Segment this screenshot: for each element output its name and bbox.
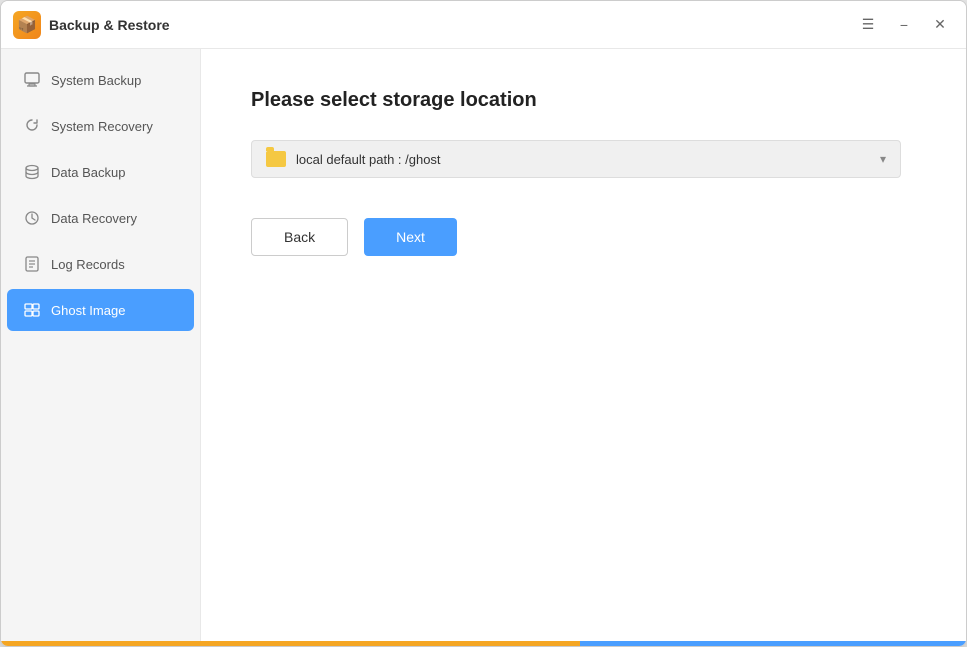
data-backup-icon: [23, 163, 41, 181]
sidebar-item-system-recovery[interactable]: System Recovery: [7, 105, 194, 147]
sidebar: System Backup System Recovery: [1, 49, 201, 641]
app-window: 📦 Backup & Restore ☰ − ✕ System Backu: [0, 0, 967, 647]
title-bar: 📦 Backup & Restore ☰ − ✕: [1, 1, 966, 49]
sidebar-item-ghost-image[interactable]: Ghost Image: [7, 289, 194, 331]
storage-path-container: local default path : /ghost: [266, 151, 880, 167]
app-icon-emoji: 📦: [17, 15, 37, 35]
content-area: Please select storage location local def…: [201, 49, 966, 641]
dropdown-arrow-icon: ▾: [880, 152, 886, 166]
close-button[interactable]: ✕: [926, 11, 954, 39]
bottom-accent-bar: [1, 641, 966, 646]
data-recovery-icon: [23, 209, 41, 227]
sidebar-item-system-backup[interactable]: System Backup: [7, 59, 194, 101]
folder-icon: [266, 151, 286, 167]
ghost-image-icon: [23, 301, 41, 319]
sidebar-item-log-records[interactable]: Log Records: [7, 243, 194, 285]
app-title: Backup & Restore: [49, 17, 170, 33]
sidebar-label-ghost-image: Ghost Image: [51, 303, 125, 318]
app-icon: 📦: [13, 11, 41, 39]
sidebar-label-data-backup: Data Backup: [51, 165, 125, 180]
title-bar-left: 📦 Backup & Restore: [13, 11, 854, 39]
storage-path-text: local default path : /ghost: [296, 152, 880, 167]
next-button[interactable]: Next: [364, 218, 457, 256]
back-button[interactable]: Back: [251, 218, 348, 256]
page-title: Please select storage location: [251, 89, 916, 112]
sidebar-label-system-recovery: System Recovery: [51, 119, 153, 134]
sidebar-label-data-recovery: Data Recovery: [51, 211, 137, 226]
sidebar-label-log-records: Log Records: [51, 257, 125, 272]
sidebar-label-system-backup: System Backup: [51, 73, 141, 88]
title-bar-controls: ☰ − ✕: [854, 11, 954, 39]
button-row: Back Next: [251, 218, 916, 256]
system-backup-icon: [23, 71, 41, 89]
menu-button[interactable]: ☰: [854, 11, 882, 39]
minimize-button[interactable]: −: [890, 11, 918, 39]
main-layout: System Backup System Recovery: [1, 49, 966, 641]
sidebar-item-data-backup[interactable]: Data Backup: [7, 151, 194, 193]
sidebar-item-data-recovery[interactable]: Data Recovery: [7, 197, 194, 239]
system-recovery-icon: [23, 117, 41, 135]
log-records-icon: [23, 255, 41, 273]
storage-location-dropdown[interactable]: local default path : /ghost ▾: [251, 140, 901, 178]
